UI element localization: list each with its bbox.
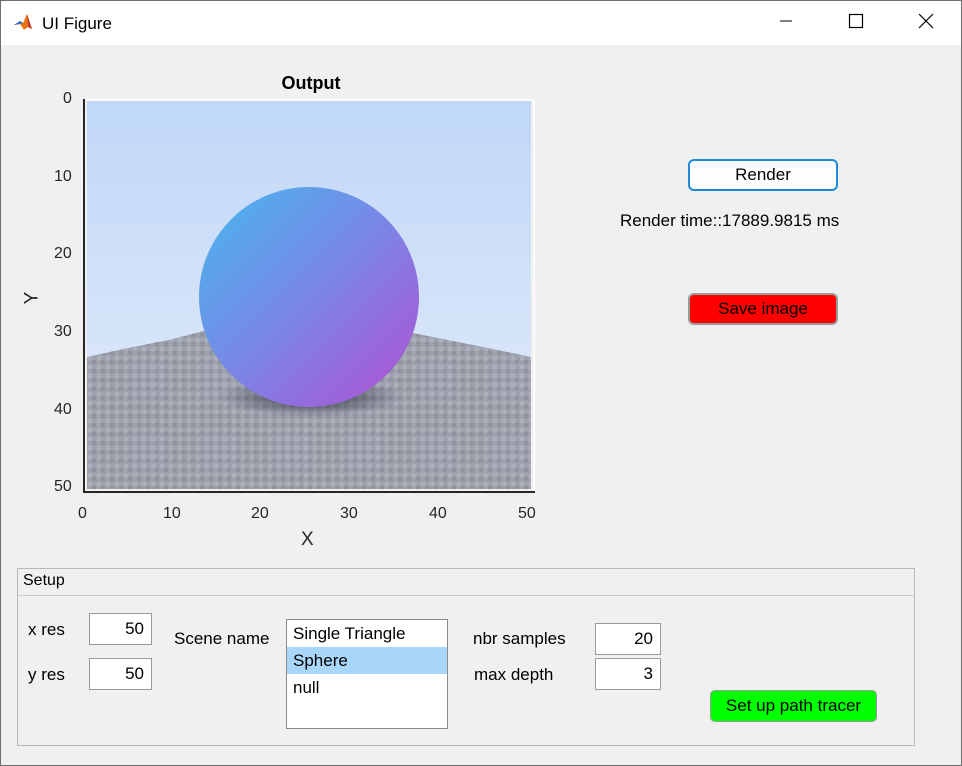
nbr-samples-label: nbr samples (473, 629, 566, 648)
x-axis-label: X (301, 529, 314, 550)
y-tick-label: 10 (54, 168, 72, 185)
minimize-icon (779, 14, 793, 33)
x-tick-label: 10 (163, 505, 181, 522)
y-tick-label: 40 (54, 401, 72, 418)
y-tick-label: 50 (54, 478, 72, 495)
x-tick-label: 0 (78, 505, 87, 522)
scene-listbox[interactable]: Single Triangle Sphere null (286, 619, 448, 729)
x-tick-label: 50 (518, 505, 536, 522)
y-res-field[interactable]: 50 (89, 658, 152, 690)
set-up-path-tracer-button[interactable]: Set up path tracer (710, 690, 877, 722)
x-tick-label: 40 (429, 505, 447, 522)
matlab-logo-icon (13, 12, 33, 32)
nbr-samples-field[interactable]: 20 (595, 623, 661, 655)
render-button[interactable]: Render (688, 159, 838, 191)
axes-title: Output (281, 73, 341, 93)
panel-divider (18, 595, 914, 596)
max-depth-field[interactable]: 3 (595, 658, 661, 690)
max-depth-label: max depth (474, 665, 554, 684)
close-button[interactable] (903, 1, 949, 45)
x-res-label: x res (28, 620, 65, 639)
minimize-button[interactable] (763, 1, 809, 45)
output-axes[interactable] (81, 97, 537, 495)
setup-panel-title: Setup (23, 572, 65, 589)
close-icon (918, 13, 934, 34)
scene-name-label: Scene name (174, 629, 270, 648)
y-axis-label: Y (21, 291, 43, 305)
render-time-label: Render time::17889.9815 ms (620, 211, 840, 230)
list-item[interactable]: Single Triangle (287, 620, 447, 647)
maximize-button[interactable] (833, 1, 879, 45)
window-title: UI Figure (42, 14, 112, 33)
y-res-label: y res (28, 665, 65, 684)
maximize-icon (848, 13, 864, 34)
x-tick-label: 20 (251, 505, 269, 522)
rendered-image (81, 97, 537, 495)
save-image-button[interactable]: Save image (688, 293, 838, 325)
y-tick-label: 0 (63, 90, 72, 107)
ui-figure-window: UI Figure Output 0 10 20 30 40 50 0 10 2… (0, 0, 962, 766)
x-res-field[interactable]: 50 (89, 613, 152, 645)
list-item[interactable]: null (287, 674, 447, 701)
y-tick-label: 30 (54, 323, 72, 340)
x-tick-label: 30 (340, 505, 358, 522)
title-bar: UI Figure (1, 1, 961, 45)
list-item-selected[interactable]: Sphere (287, 647, 447, 674)
y-tick-label: 20 (54, 245, 72, 262)
